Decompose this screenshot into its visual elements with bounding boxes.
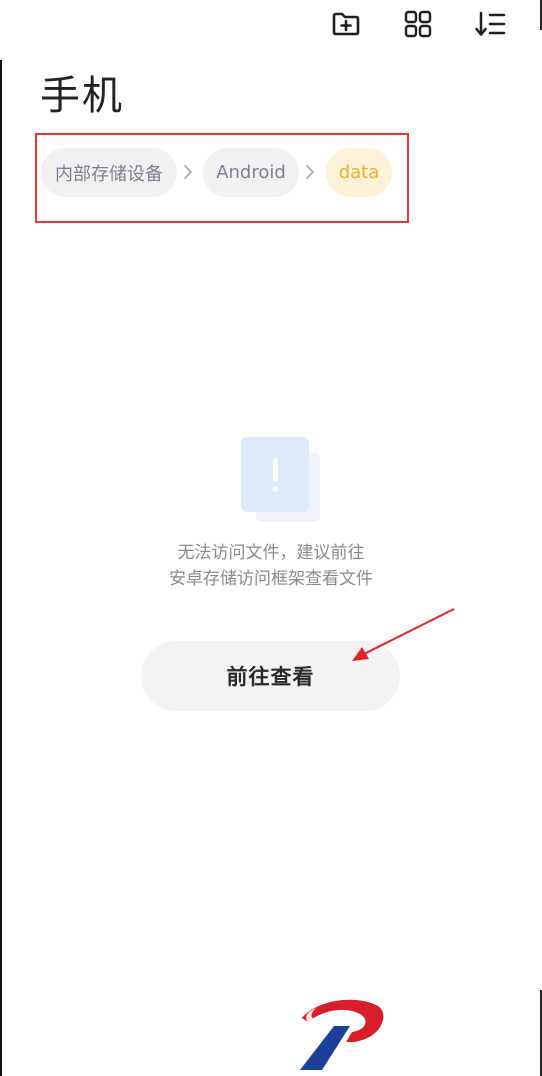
sort-icon <box>475 11 506 36</box>
grid-icon <box>404 10 432 38</box>
empty-state-line-1: 无法访问文件，建议前往 <box>177 543 365 563</box>
chevron-right-icon <box>184 165 192 179</box>
folder-plus-icon <box>332 12 360 36</box>
chevron-right-icon <box>306 165 314 179</box>
screen-edge-left <box>0 60 2 1076</box>
breadcrumb-item-data[interactable]: data <box>326 148 392 197</box>
file-manager-screen: 手机 内部存储设备 Android data 无法访问文件，建议前往 安卓存储访… <box>0 0 542 1076</box>
grid-view-button[interactable] <box>398 4 438 44</box>
breadcrumb-item-internal-storage[interactable]: 内部存储设备 <box>41 148 177 197</box>
annotation-arrow-icon <box>352 608 455 661</box>
page-title: 手机 <box>40 73 124 119</box>
empty-state-line-2: 安卓存储访问框架查看文件 <box>169 569 373 589</box>
exclamation-document-icon <box>241 437 320 522</box>
new-folder-button[interactable] <box>326 4 366 44</box>
sort-button[interactable] <box>470 4 510 44</box>
empty-state-message: 无法访问文件，建议前往 安卓存储访问框架查看文件 <box>100 540 442 592</box>
brand-logo-icon <box>300 999 384 1070</box>
breadcrumb-item-android[interactable]: Android <box>203 148 299 197</box>
